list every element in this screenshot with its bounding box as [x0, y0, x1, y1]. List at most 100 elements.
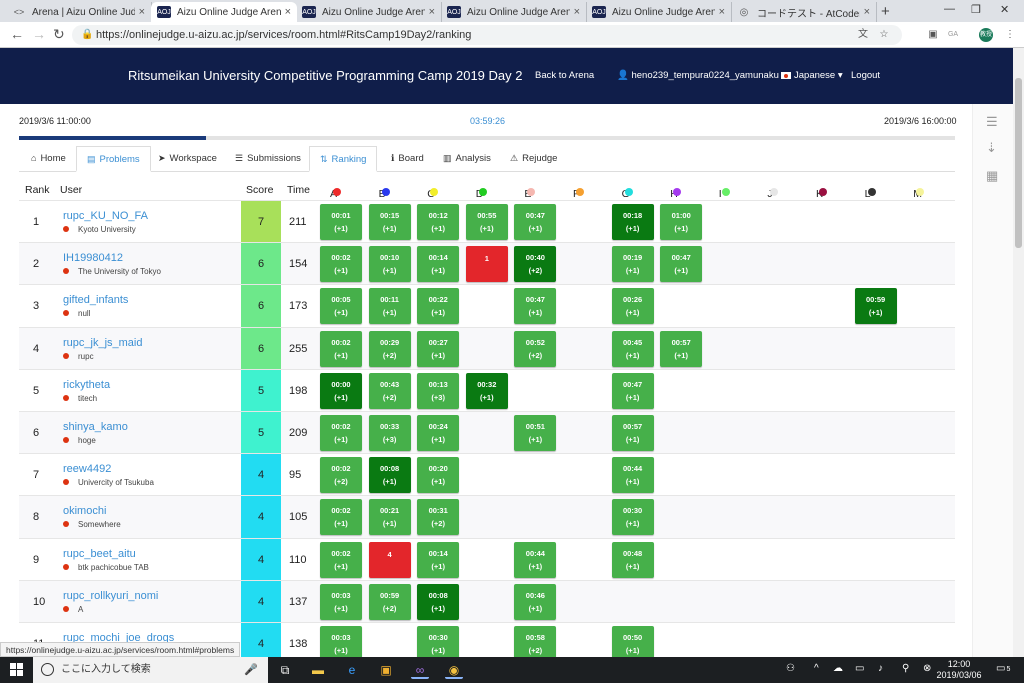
extension-icon[interactable]: ▣: [926, 28, 940, 42]
submission-cell[interactable]: 00:31 (+2): [417, 499, 460, 536]
taskbar-clock[interactable]: 12:00 2019/03/06: [930, 659, 988, 681]
minimize-button[interactable]: —: [944, 3, 955, 15]
submission-cell[interactable]: 00:12 (+1): [417, 204, 460, 240]
forward-icon[interactable]: →: [32, 26, 46, 42]
tab-submissions[interactable]: ☰ Submissions: [225, 146, 311, 172]
volume-icon[interactable]: ♪: [878, 663, 883, 674]
submission-cell[interactable]: 00:45 (+1): [611, 330, 654, 367]
translate-icon[interactable]: 文: [856, 28, 870, 42]
tab-rejudge[interactable]: ⚠ Rejudge: [500, 146, 567, 172]
submission-cell[interactable]: 00:10 (+1): [368, 246, 411, 283]
tab-workspace[interactable]: ➤ Workspace: [148, 146, 227, 172]
extension-ga[interactable]: GA: [946, 28, 960, 42]
submission-cell[interactable]: 00:32 (+1): [465, 372, 508, 409]
tab-home[interactable]: ⌂ Home: [21, 146, 76, 172]
submission-cell[interactable]: 00:40 (+2): [514, 246, 557, 283]
microphone-icon[interactable]: 🎤: [244, 657, 258, 683]
profile-avatar[interactable]: 教授: [979, 28, 993, 42]
submission-cell[interactable]: 00:33 (+3): [368, 414, 411, 451]
back-to-arena-link[interactable]: Back to Arena: [535, 70, 594, 81]
browser-tab[interactable]: AOJ Aizu Online Judge Arena ×: [586, 2, 732, 22]
submission-cell[interactable]: 00:59 (+1): [854, 288, 897, 325]
close-tab-icon[interactable]: ×: [719, 6, 725, 18]
windows-start-icon[interactable]: [10, 663, 24, 677]
chrome-icon[interactable]: ◉: [445, 661, 463, 679]
submission-cell[interactable]: 00:20 (+1): [417, 457, 460, 494]
browser-tab[interactable]: <> Arena | Aizu Online Judge ×: [6, 2, 152, 22]
chevron-up-icon[interactable]: ^: [814, 663, 819, 674]
taskbar-search[interactable]: ここに入力して検索 🎤: [33, 657, 268, 683]
submission-cell[interactable]: 00:47 (+1): [514, 288, 557, 325]
reload-icon[interactable]: ↻: [53, 26, 65, 43]
submission-cell[interactable]: 00:08 (+1): [417, 583, 460, 620]
people-icon[interactable]: ⚇: [786, 663, 795, 674]
user-link[interactable]: okimochi: [63, 505, 106, 517]
user-link[interactable]: IH19980412: [63, 252, 123, 264]
task-view-icon[interactable]: ⧉: [276, 661, 294, 679]
url-field[interactable]: 🔒 https://onlinejudge.u-aizu.ac.jp/servi…: [72, 25, 902, 45]
language-dropdown[interactable]: Japanese ▾: [781, 70, 843, 81]
submission-cell[interactable]: 00:30 (+1): [611, 499, 654, 536]
user-link[interactable]: 👤 heno239_tempura0224_yamunaku: [617, 70, 779, 81]
user-link[interactable]: reew4492: [63, 463, 111, 475]
submission-cell[interactable]: 00:47 (+1): [611, 372, 654, 409]
submission-cell[interactable]: 00:14 (+1): [417, 246, 460, 283]
submission-cell[interactable]: 00:19 (+1): [611, 246, 654, 283]
submission-cell[interactable]: 00:05 (+1): [320, 288, 362, 325]
grid-icon[interactable]: ▦: [986, 168, 998, 184]
submission-cell[interactable]: 00:47 (+1): [514, 204, 557, 240]
submission-cell[interactable]: 4: [368, 541, 411, 578]
submission-cell[interactable]: 00:13 (+3): [417, 372, 460, 409]
new-tab-button[interactable]: +: [881, 3, 890, 20]
user-link[interactable]: rickytheta: [63, 379, 110, 391]
menu-icon[interactable]: ⋮: [1003, 28, 1017, 42]
file-explorer-icon[interactable]: ▬: [309, 661, 327, 679]
close-tab-icon[interactable]: ×: [139, 6, 145, 18]
submission-cell[interactable]: 00:00 (+1): [320, 372, 362, 409]
submission-cell[interactable]: 00:02 (+1): [320, 541, 362, 578]
submission-cell[interactable]: 00:02 (+1): [320, 499, 362, 536]
submission-cell[interactable]: 00:14 (+1): [417, 541, 460, 578]
tab-board[interactable]: ℹ Board: [381, 146, 434, 172]
notification-icon[interactable]: ▭5: [996, 663, 1010, 674]
submission-cell[interactable]: 00:57 (+1): [611, 414, 654, 451]
user-link[interactable]: gifted_infants: [63, 294, 128, 306]
edge-icon[interactable]: e: [343, 661, 361, 679]
back-icon[interactable]: ←: [10, 26, 24, 42]
submission-cell[interactable]: 00:02 (+1): [320, 246, 362, 283]
user-link[interactable]: rupc_KU_NO_FA: [63, 210, 148, 222]
cloud-icon[interactable]: ☁: [833, 663, 843, 674]
browser-tab[interactable]: AOJ Aizu Online Judge Arena ×: [441, 2, 587, 22]
submission-cell[interactable]: 00:01 (+1): [320, 204, 362, 240]
tab-analysis[interactable]: ▥ Analysis: [433, 146, 501, 172]
logout-link[interactable]: Logout: [851, 70, 880, 81]
submission-cell[interactable]: 00:48 (+1): [611, 541, 654, 578]
submission-cell[interactable]: 00:02 (+2): [320, 457, 362, 494]
submission-cell[interactable]: 00:51 (+1): [514, 414, 557, 451]
close-tab-icon[interactable]: ×: [429, 6, 435, 18]
battery-icon[interactable]: ▭: [855, 663, 864, 674]
submission-cell[interactable]: 00:03 (+1): [320, 583, 362, 620]
browser-tab[interactable]: AOJ Aizu Online Judge Arena ×: [296, 2, 442, 22]
user-link[interactable]: shinya_kamo: [63, 421, 128, 433]
browser-tab[interactable]: AOJ Aizu Online Judge Arena ×: [151, 2, 297, 22]
submission-cell[interactable]: 00:22 (+1): [417, 288, 460, 325]
submission-cell[interactable]: 00:59 (+2): [368, 583, 411, 620]
tab-ranking[interactable]: ⇅ Ranking: [309, 146, 378, 172]
scrollbar-thumb[interactable]: [1015, 78, 1022, 248]
network-icon[interactable]: ⚲: [902, 663, 909, 674]
tab-problems[interactable]: ▤ Problems: [76, 146, 151, 172]
submission-cell[interactable]: 00:27 (+1): [417, 330, 460, 367]
close-tab-icon[interactable]: ×: [574, 6, 580, 18]
user-link[interactable]: rupc_rollkyuri_nomi: [63, 590, 158, 602]
submission-cell[interactable]: 00:02 (+1): [320, 414, 362, 451]
submission-cell[interactable]: 00:52 (+2): [514, 330, 557, 367]
submission-cell[interactable]: 00:47 (+1): [660, 246, 703, 283]
submission-cell[interactable]: 00:26 (+1): [611, 288, 654, 325]
sort-down-icon[interactable]: ⇣: [986, 140, 997, 156]
submission-cell[interactable]: 1: [465, 246, 508, 283]
submission-cell[interactable]: 00:02 (+1): [320, 330, 362, 367]
submission-cell[interactable]: 00:44 (+1): [514, 541, 557, 578]
bookmark-star-icon[interactable]: ☆: [877, 28, 891, 42]
submission-cell[interactable]: 00:29 (+2): [368, 330, 411, 367]
